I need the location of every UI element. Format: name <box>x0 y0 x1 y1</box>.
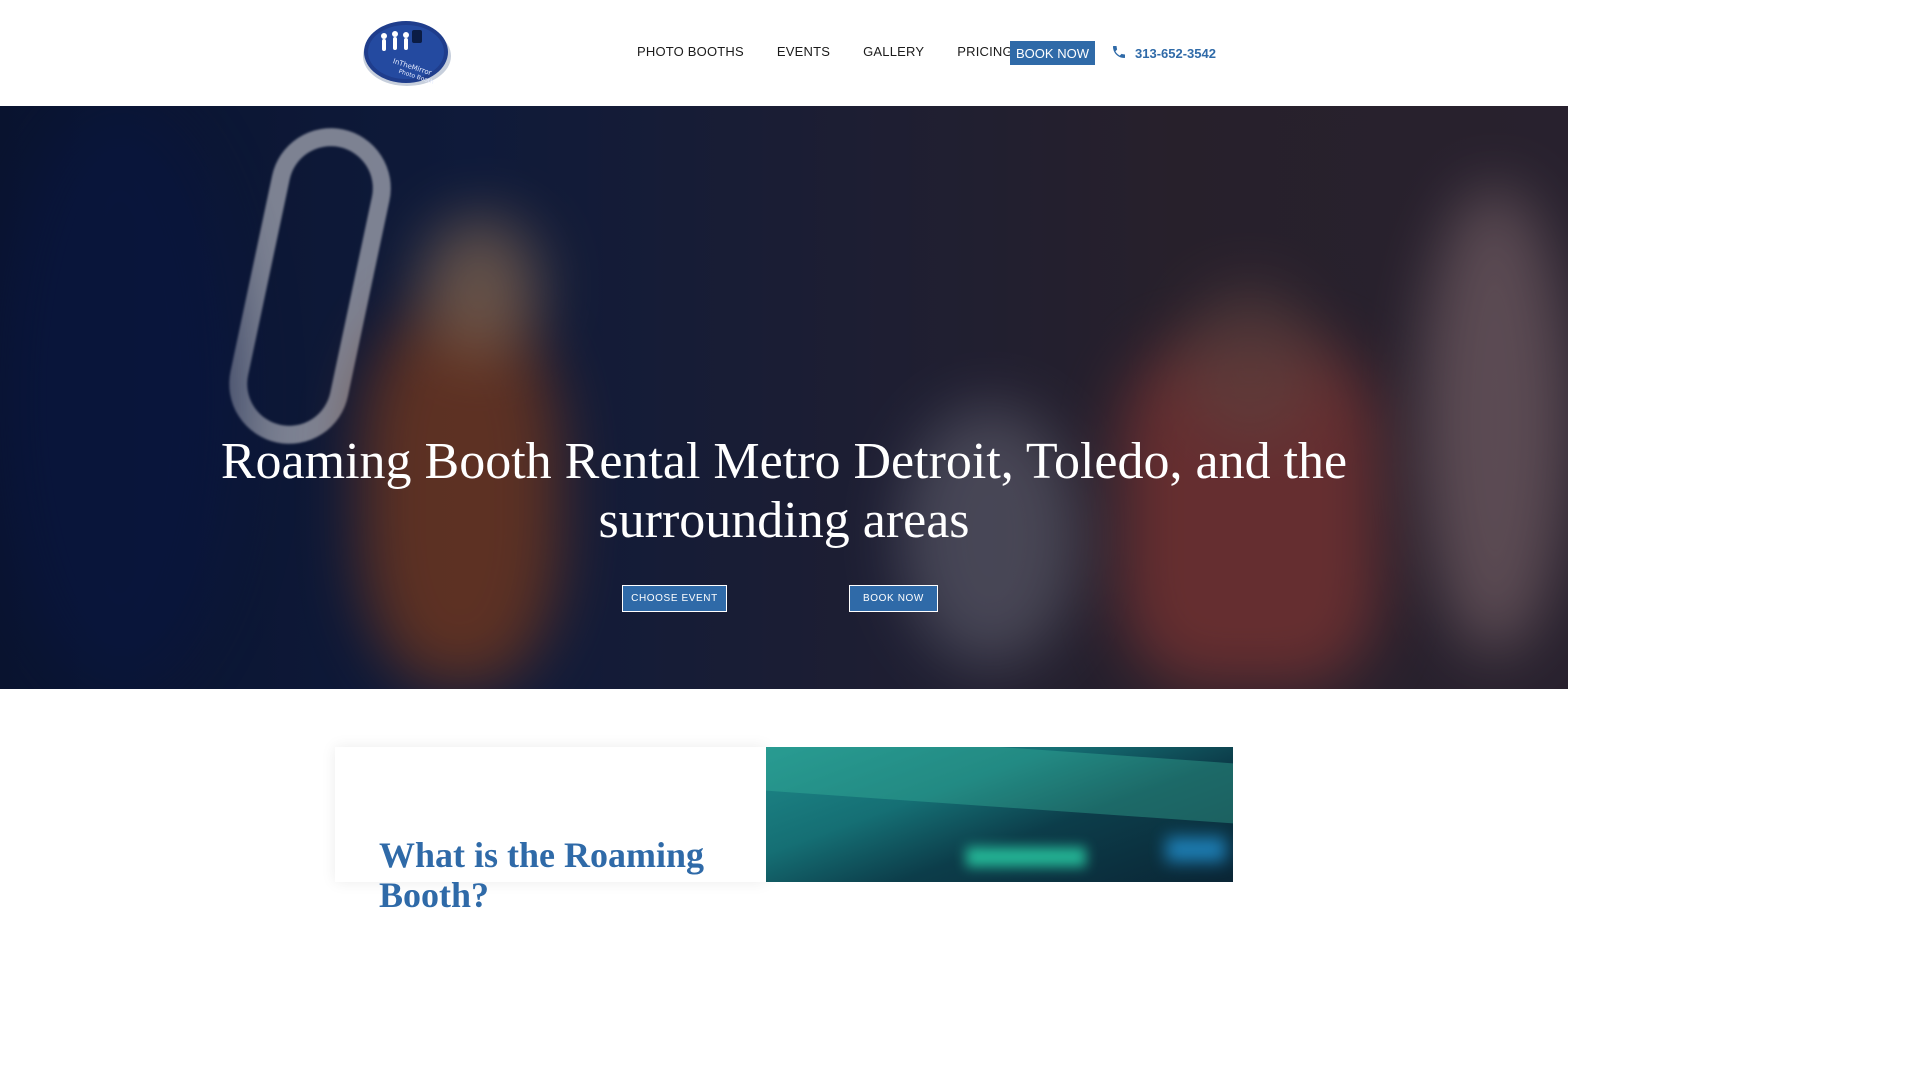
nav-events[interactable]: EVENTS <box>777 44 830 59</box>
hero-title: Roaming Booth Rental Metro Detroit, Tole… <box>220 433 1348 549</box>
main-nav: PHOTO BOOTHS EVENTS GALLERY PRICING <box>637 44 1046 59</box>
choose-event-button[interactable]: CHOOSE EVENT <box>622 585 727 612</box>
hero-book-now-button[interactable]: BOOK NOW <box>849 585 938 612</box>
nav-gallery[interactable]: GALLERY <box>863 44 924 59</box>
phone-icon <box>1111 44 1127 63</box>
roaming-booth-image <box>766 747 1233 882</box>
hero-banner: Roaming Booth Rental Metro Detroit, Tole… <box>0 106 1568 689</box>
phone-number: 313-652-3542 <box>1135 46 1216 61</box>
info-card: What is the Roaming Booth? <box>335 747 766 915</box>
logo[interactable]: InTheMirror Photo Booth <box>362 16 452 88</box>
nav-photo-booths[interactable]: PHOTO BOOTHS <box>637 44 744 59</box>
phone-link[interactable]: 313-652-3542 <box>1111 44 1216 63</box>
info-title: What is the Roaming Booth? <box>379 835 705 915</box>
nav-pricing[interactable]: PRICING <box>957 44 1013 59</box>
book-now-button[interactable]: BOOK NOW <box>1010 41 1095 65</box>
site-header: InTheMirror Photo Booth PHOTO BOOTHS EVE… <box>0 0 1568 106</box>
